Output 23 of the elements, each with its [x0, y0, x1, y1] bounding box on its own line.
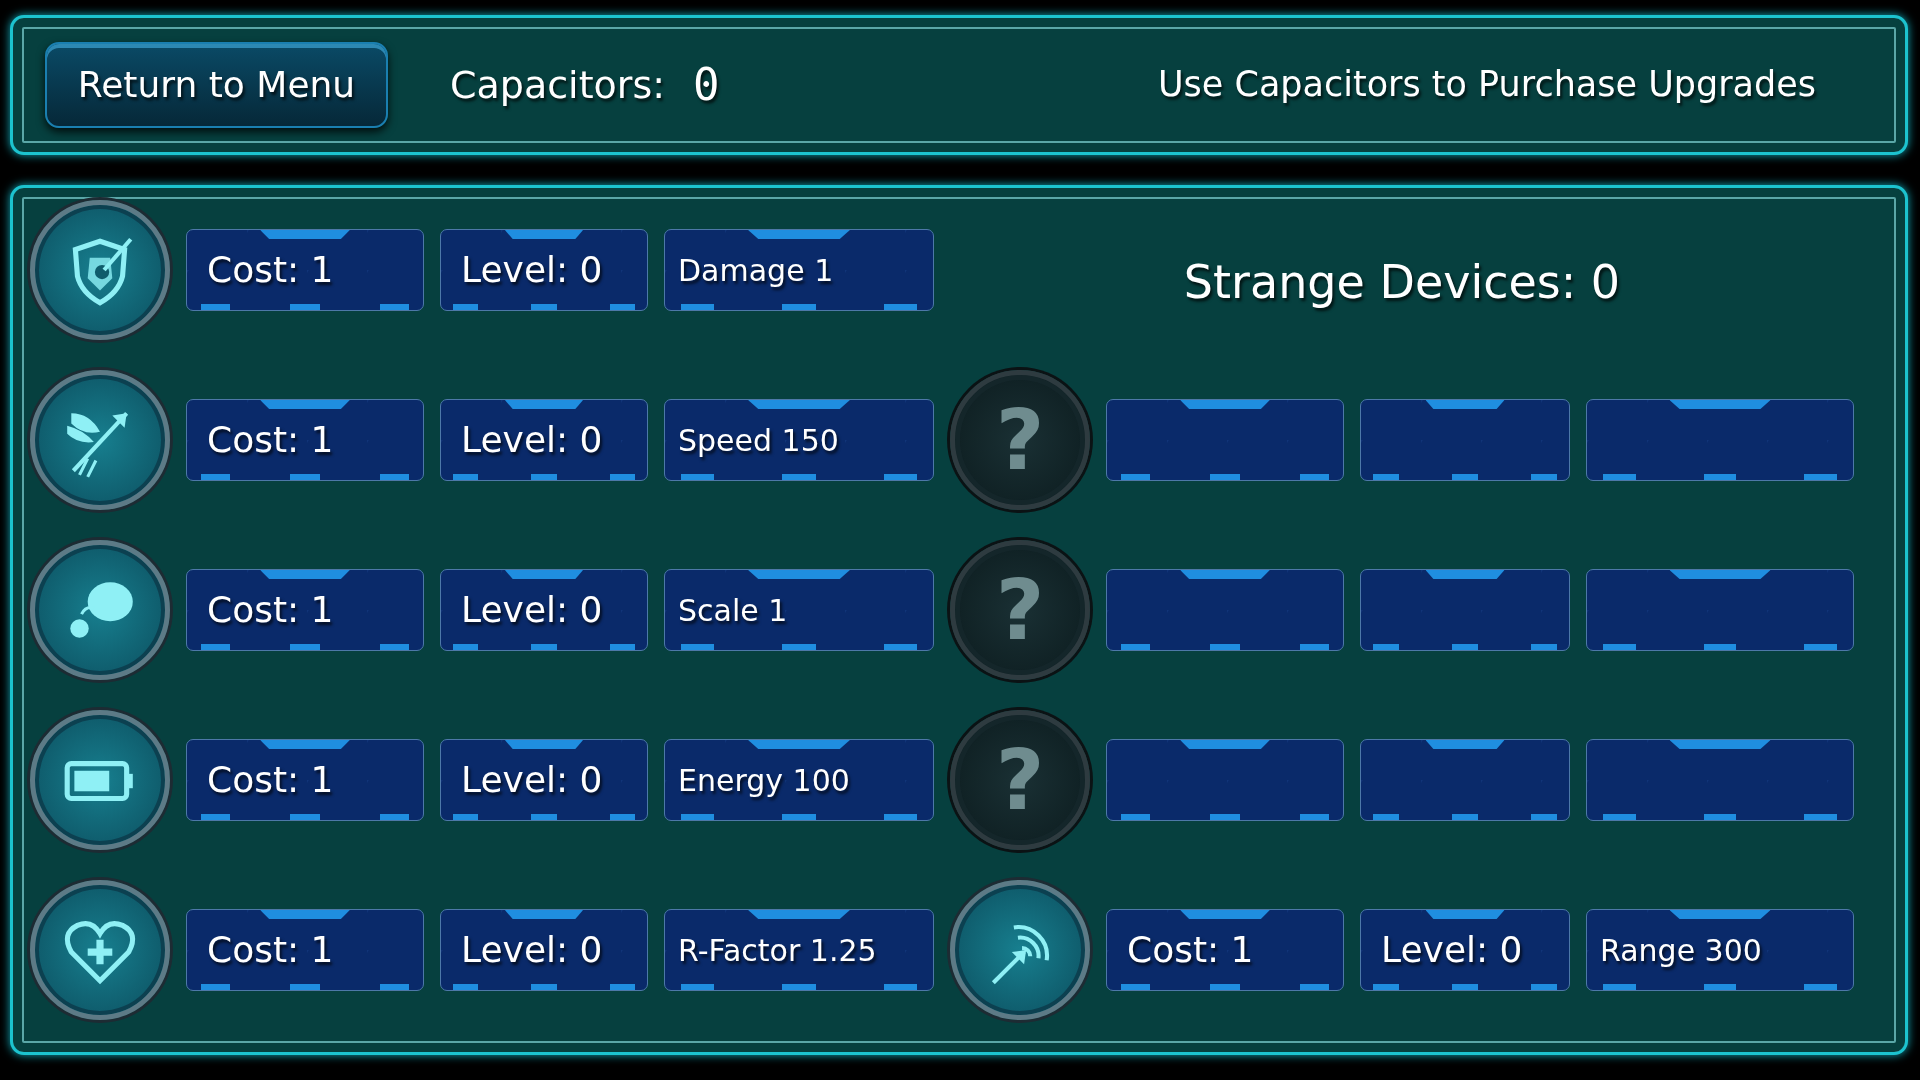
stat-label: Speed 150 — [664, 399, 934, 481]
strange-devices-label: Strange Devices: 0 — [1182, 254, 1622, 311]
stat-label: Energy 100 — [664, 739, 934, 821]
capacitors-label: Capacitors: — [450, 61, 666, 109]
stat-label: Range 300 — [1586, 909, 1854, 991]
cost-label: Cost: 1 — [186, 739, 424, 821]
cost-label: Cost: 1 — [186, 569, 424, 651]
level-label: Level: 0 — [440, 739, 648, 821]
level-label: Level: 0 — [440, 229, 648, 311]
cost-label: Cost: 1 — [186, 399, 424, 481]
stat-label: R-Factor 1.25 — [664, 909, 934, 991]
level-label: Level: 0 — [440, 399, 648, 481]
cost-label: Cost: 1 — [186, 229, 424, 311]
return-to-menu-button[interactable]: Return to Menu — [45, 42, 388, 128]
level-label: Level: 0 — [1360, 909, 1570, 991]
instruction-text: Use Capacitors to Purchase Upgrades — [1156, 63, 1818, 107]
capacitors-value: 0 — [693, 58, 720, 112]
cost-label: Cost: 1 — [186, 909, 424, 991]
level-label: Level: 0 — [440, 909, 648, 991]
stat-label: Damage 1 — [664, 229, 934, 311]
cost-label: Cost: 1 — [1106, 909, 1344, 991]
stat-label: Scale 1 — [664, 569, 934, 651]
level-label: Level: 0 — [440, 569, 648, 651]
